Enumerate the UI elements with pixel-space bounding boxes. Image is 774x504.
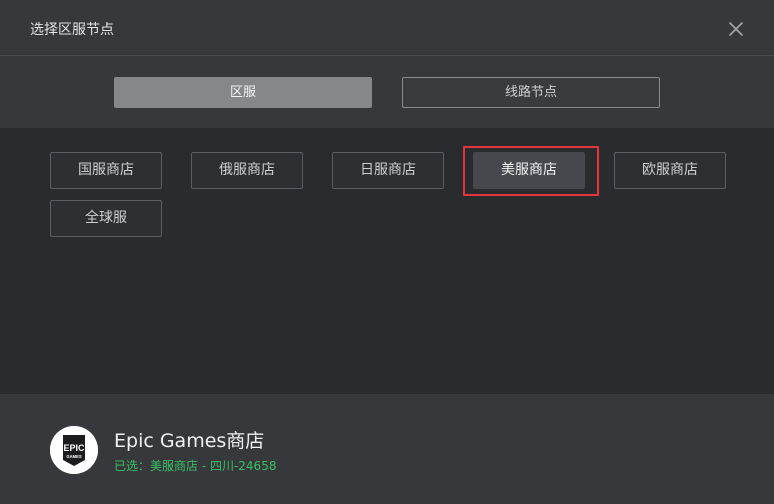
- option-ru-store[interactable]: 俄服商店: [191, 152, 303, 189]
- logo-text-epic: EPIC: [63, 443, 85, 453]
- game-title: Epic Games商店: [114, 430, 265, 452]
- option-jp-store[interactable]: 日服商店: [332, 152, 444, 189]
- tab-region[interactable]: 区服: [114, 77, 372, 108]
- footer-game-info: EPIC GAMES Epic Games商店 已选：美服商店 - 四川-246…: [0, 394, 774, 504]
- tab-line-nodes[interactable]: 线路节点: [402, 77, 660, 108]
- selected-node-info: 已选：美服商店 - 四川-24658: [114, 459, 277, 473]
- option-eu-store[interactable]: 欧服商店: [614, 152, 726, 189]
- dialog-title: 选择区服节点: [30, 22, 114, 38]
- close-icon[interactable]: [726, 19, 746, 39]
- option-global[interactable]: 全球服: [50, 200, 162, 237]
- option-cn-store[interactable]: 国服商店: [50, 152, 162, 189]
- epic-games-logo-icon: EPIC GAMES: [50, 426, 98, 474]
- tab-strip: 区服 线路节点: [0, 56, 774, 128]
- server-select-dialog: 选择区服节点 区服 线路节点 国服商店 俄服商店 日服商店 美服商店 欧服商店 …: [0, 0, 774, 504]
- option-us-store[interactable]: 美服商店: [473, 152, 585, 189]
- dialog-header: 选择区服节点: [0, 0, 774, 56]
- logo-text-games: GAMES: [66, 454, 82, 459]
- region-options-panel: 国服商店 俄服商店 日服商店 美服商店 欧服商店 全球服: [0, 128, 774, 394]
